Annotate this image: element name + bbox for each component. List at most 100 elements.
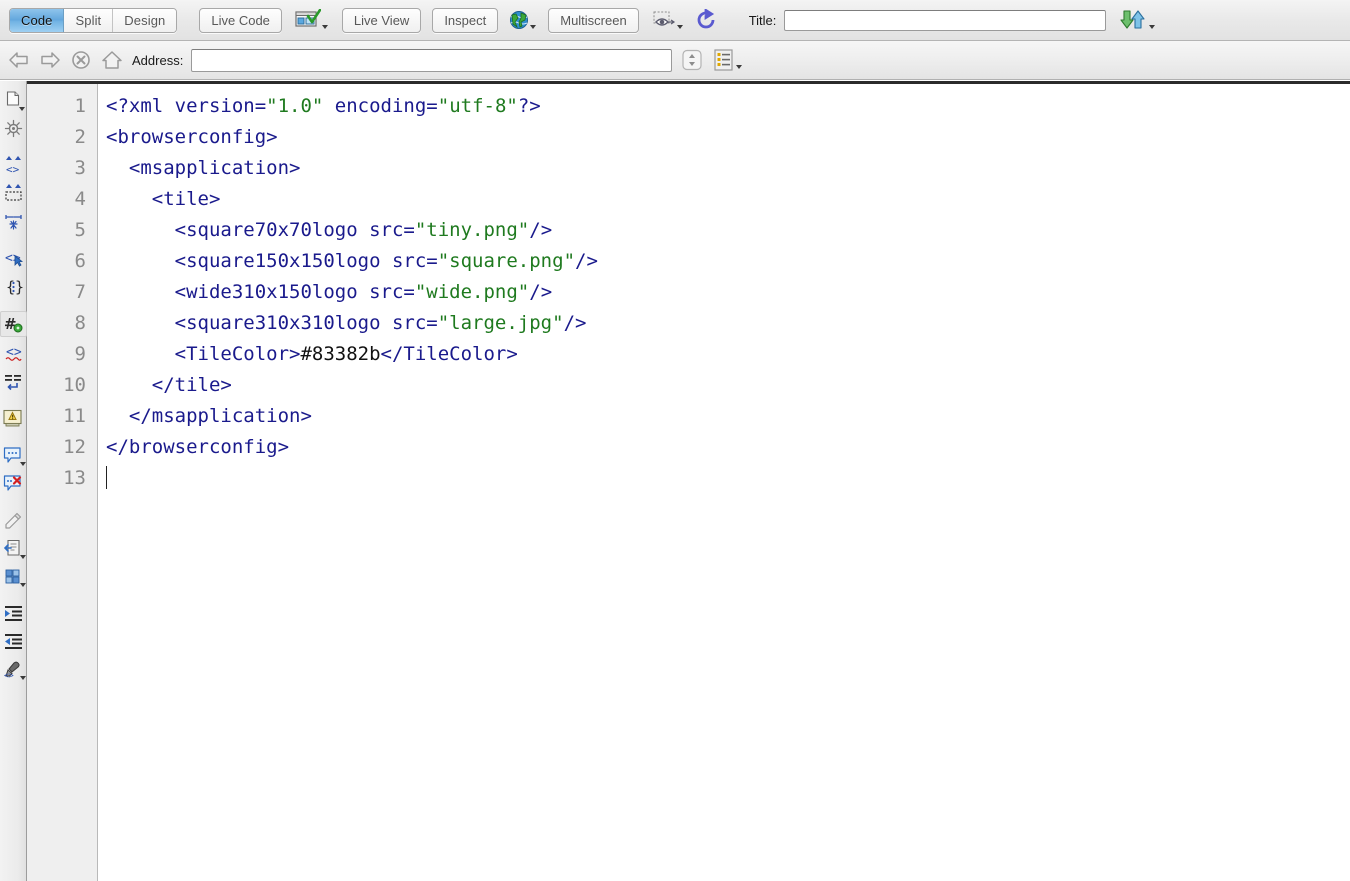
open-documents-button[interactable]: [1, 88, 26, 112]
browser-check-icon: [295, 9, 321, 27]
title-field-label: Title:: [748, 12, 777, 28]
line-number: 12: [63, 436, 86, 458]
view-mode-segmented-control[interactable]: Code Split Design: [9, 7, 178, 33]
code-line[interactable]: <square70x70logo src="tiny.png"/>: [106, 215, 1350, 246]
code-editor[interactable]: 1 2 3 4 5 6 7 8 9 10 11 12 13 <?xml vers…: [27, 81, 1350, 881]
inspect-button[interactable]: Inspect: [432, 7, 499, 33]
code-line[interactable]: <?xml version="1.0" encoding="utf-8"?>: [106, 91, 1350, 122]
file-list-button[interactable]: [713, 47, 743, 73]
stop-button[interactable]: [71, 50, 91, 70]
back-button[interactable]: [8, 50, 30, 70]
code-line[interactable]: <tile>: [106, 184, 1350, 215]
visual-aids-button[interactable]: [652, 7, 683, 33]
svg-text:<>: <>: [4, 671, 14, 679]
visual-aids-caret-icon[interactable]: [676, 25, 683, 29]
address-stepper-button[interactable]: [681, 47, 703, 73]
line-number: 13: [63, 467, 86, 489]
multiscreen-label: Multiscreen: [560, 12, 627, 28]
indent-code-icon: [4, 605, 22, 621]
file-management-caret-icon[interactable]: [1149, 25, 1156, 29]
select-parent-tag-button[interactable]: <>: [1, 246, 26, 270]
word-wrap-icon: [4, 374, 21, 390]
view-mode-code-button[interactable]: Code: [10, 8, 65, 32]
apply-comment-button[interactable]: [1, 443, 26, 467]
code-line[interactable]: </browserconfig>: [106, 432, 1350, 463]
forward-arrow-icon: [41, 52, 60, 68]
select-parent-tag-icon: <>: [5, 251, 23, 267]
code-line[interactable]: <TileColor>#83382b</TileColor>: [106, 339, 1350, 370]
line-number: 5: [74, 219, 86, 241]
recent-snippets-caret-icon[interactable]: [19, 555, 26, 559]
move-css-rules-button[interactable]: [1, 564, 26, 588]
line-numbers-button[interactable]: #: [0, 311, 27, 337]
globe-caret-icon[interactable]: [530, 25, 537, 29]
code-line[interactable]: <square150x150logo src="square.png"/>: [106, 246, 1350, 277]
line-number: 4: [74, 188, 86, 210]
browser-preview-button[interactable]: [295, 7, 328, 33]
inspect-label: Inspect: [444, 12, 487, 28]
tile-color-value: #83382b: [300, 343, 381, 365]
refresh-icon: [697, 9, 715, 29]
file-list-caret-icon[interactable]: [736, 65, 743, 69]
recent-snippets-button[interactable]: [1, 536, 26, 560]
stop-x-icon: [72, 51, 90, 69]
collapse-selection-button[interactable]: [1, 181, 26, 205]
wrap-tag-button[interactable]: [1, 508, 26, 532]
line-number: 11: [63, 405, 86, 427]
line-number-gutter: 1 2 3 4 5 6 7 8 9 10 11 12 13: [27, 84, 98, 881]
forward-button[interactable]: [39, 50, 61, 70]
line-number: 8: [74, 312, 86, 334]
format-source-code-button[interactable]: <>: [1, 657, 26, 681]
address-input[interactable]: [191, 48, 673, 72]
code-line[interactable]: </msapplication>: [106, 401, 1350, 432]
collapse-full-tag-icon: <>: [5, 156, 21, 175]
expand-all-button[interactable]: [1, 209, 26, 233]
code-line[interactable]: <browserconfig>: [106, 122, 1350, 153]
code-line[interactable]: <wide310x150logo src="wide.png"/>: [106, 277, 1350, 308]
line-number: 2: [74, 126, 86, 148]
line-number: 10: [63, 374, 86, 396]
multiscreen-button[interactable]: Multiscreen: [548, 7, 639, 33]
refresh-design-view-button[interactable]: [695, 7, 717, 33]
code-text-area[interactable]: <?xml version="1.0" encoding="utf-8"?> <…: [98, 84, 1350, 881]
code-line[interactable]: <msapplication>: [106, 153, 1350, 184]
highlight-invalid-code-button[interactable]: <>: [1, 341, 26, 365]
preview-in-browser-button[interactable]: [509, 7, 537, 33]
text-cursor: [106, 466, 107, 489]
apply-comment-caret-icon[interactable]: [19, 462, 26, 466]
globe-icon: [510, 11, 529, 29]
line-number: 6: [74, 250, 86, 272]
code-line[interactable]: <square310x310logo src="large.jpg"/>: [106, 308, 1350, 339]
format-source-code-caret-icon[interactable]: [19, 676, 26, 680]
browser-navigation-bar: Address:: [0, 41, 1350, 80]
view-mode-design-button[interactable]: Design: [113, 8, 177, 32]
word-wrap-button[interactable]: [1, 369, 26, 393]
balance-braces-button[interactable]: { }: [1, 274, 26, 298]
upload-download-arrows-icon: [1120, 10, 1145, 29]
file-management-button[interactable]: [1120, 7, 1156, 33]
open-documents-caret-icon[interactable]: [18, 107, 25, 111]
view-mode-split-button[interactable]: Split: [64, 8, 114, 32]
code-line-with-cursor[interactable]: [106, 463, 1350, 494]
home-button[interactable]: [101, 50, 123, 70]
line-number: 3: [74, 157, 86, 179]
live-view-button[interactable]: Live View: [341, 7, 422, 33]
remove-comment-button[interactable]: [1, 471, 26, 495]
schema-validation-button[interactable]: [1, 116, 26, 140]
balance-braces-icon: { }: [6, 278, 23, 296]
browser-preview-caret-icon[interactable]: [321, 25, 328, 29]
collapse-full-tag-button[interactable]: <>: [1, 153, 26, 177]
indent-code-button[interactable]: [1, 601, 26, 625]
outdent-code-button[interactable]: [1, 629, 26, 653]
collapse-selection-icon: [4, 184, 22, 201]
address-field-label: Address:: [132, 52, 184, 68]
title-input[interactable]: [784, 9, 1107, 31]
view-mode-code-label: Code: [21, 12, 53, 28]
live-code-button[interactable]: Live Code: [199, 7, 282, 33]
remove-comment-icon: [3, 474, 22, 491]
code-line[interactable]: </tile>: [106, 370, 1350, 401]
home-icon: [102, 51, 122, 69]
syntax-error-alerts-button[interactable]: [1, 406, 26, 430]
move-css-rules-caret-icon[interactable]: [19, 583, 26, 587]
coding-toolbar: <> <> {# <> <>: [0, 81, 27, 881]
